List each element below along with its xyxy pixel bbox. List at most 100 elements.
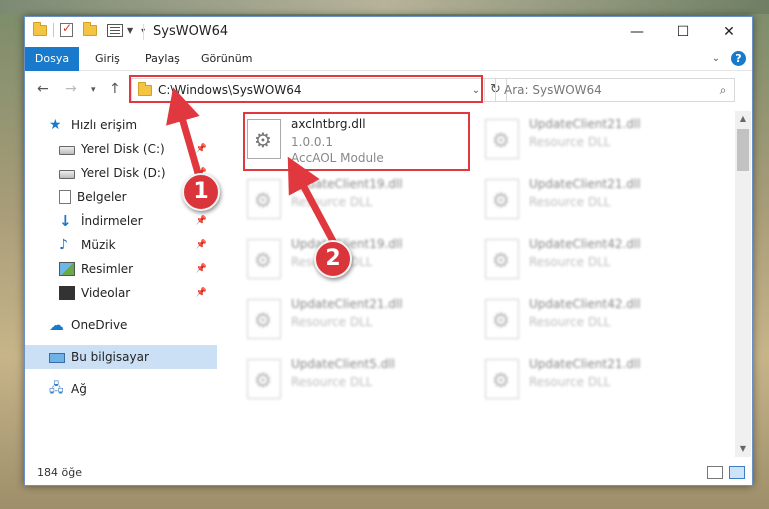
computer-icon [49,352,65,363]
dll-file-icon [247,359,281,399]
search-icon[interactable]: ⌕ [712,83,734,98]
scroll-down-icon[interactable]: ▼ [735,441,751,457]
sidebar-item-label: Yerel Disk (C:) [81,142,165,156]
expand-ribbon-icon[interactable]: ⌄ [709,52,723,66]
tab-share[interactable]: Paylaş [145,47,180,71]
sidebar-item-label: Yerel Disk (D:) [81,166,166,180]
dll-file-icon [247,299,281,339]
file-item[interactable]: UpdateClient21.dll Resource DLL [471,351,701,409]
sidebar-item-network[interactable]: 🖧 Ağ [25,377,217,401]
file-description: Resource DLL [529,315,611,329]
cloud-icon: ☁ [49,316,64,334]
details-view-icon[interactable] [707,466,723,479]
dll-file-icon [485,119,519,159]
pin-icon[interactable]: 📌 [196,216,207,226]
sidebar-item-label: Ağ [71,382,87,396]
dll-file-icon [247,179,281,219]
navigation-pane: ★ Hızlı erişim Yerel Disk (C:) 📌 Yerel D… [25,113,217,457]
ribbon-right-controls: ⌄ ? [709,51,746,66]
sidebar-item-label: İndirmeler [81,214,143,228]
title-bar: ▼ ▾ SysWOW64 — ☐ ✕ [25,17,752,47]
file-name: UpdateClient19.dll [291,177,403,191]
pin-icon[interactable]: 📌 [196,288,207,298]
item-count: 184 öğe [37,466,82,479]
tab-file[interactable]: Dosya [25,47,79,71]
sidebar-item-music[interactable]: ♪ Müzik 📌 [25,233,217,257]
network-icon: 🖧 [49,381,64,396]
window-controls: — ☐ ✕ [614,17,752,47]
new-folder-icon[interactable] [83,21,97,36]
sidebar-item-downloads[interactable]: ↓ İndirmeler 📌 [25,209,217,233]
file-description: Resource DLL [291,195,373,209]
file-item[interactable]: UpdateClient42.dll Resource DLL [471,231,701,289]
up-arrow-icon[interactable]: ↑ [109,81,121,97]
star-icon: ★ [49,117,62,133]
recent-locations-icon[interactable]: ▾ [91,85,96,95]
dll-file-icon [485,359,519,399]
sidebar-item-videos[interactable]: Videolar 📌 [25,281,217,305]
sidebar-item-label: Belgeler [77,190,127,204]
file-description: Resource DLL [529,195,611,209]
file-name: UpdateClient21.dll [529,177,641,191]
sidebar-item-quick-access[interactable]: ★ Hızlı erişim [25,113,217,137]
file-item[interactable]: UpdateClient19.dll Resource DLL [233,171,463,229]
videos-icon [59,286,75,300]
divider [53,23,54,37]
forward-arrow-icon[interactable]: → [65,81,77,97]
dll-file-icon [485,239,519,279]
back-arrow-icon[interactable]: ← [37,81,49,97]
pin-icon[interactable]: 📌 [196,144,207,154]
file-name: UpdateClient21.dll [291,297,403,311]
dll-file-icon [485,179,519,219]
downloads-icon: ↓ [59,212,72,230]
scroll-up-icon[interactable]: ▲ [735,111,751,127]
dll-file-icon [485,299,519,339]
file-name: UpdateClient42.dll [529,297,641,311]
disk-icon [59,170,75,179]
music-icon: ♪ [59,237,68,253]
file-description: Resource DLL [291,375,373,389]
file-item[interactable]: UpdateClient21.dll Resource DLL [233,291,463,349]
dll-file-icon [247,239,281,279]
sidebar-item-label: Resimler [81,262,134,276]
file-name: UpdateClient21.dll [529,117,641,131]
vertical-scrollbar[interactable]: ▲ ▼ [735,111,751,457]
view-icon[interactable] [107,23,123,37]
sidebar-item-pictures[interactable]: Resimler 📌 [25,257,217,281]
search-input[interactable]: Ara: SysWOW64 [496,83,712,97]
maximize-button[interactable]: ☐ [660,17,706,47]
file-name: UpdateClient21.dll [529,357,641,371]
pictures-icon [59,262,75,276]
step-1-callout: 1 [182,173,220,211]
chevron-down-icon[interactable]: ▼ [127,26,133,35]
disk-icon [59,146,75,155]
file-item[interactable]: UpdateClient21.dll Resource DLL [471,111,701,169]
sidebar-item-local-disk-c[interactable]: Yerel Disk (C:) 📌 [25,137,217,161]
sidebar-item-label: Hızlı erişim [71,118,138,132]
file-item[interactable]: UpdateClient21.dll Resource DLL [471,171,701,229]
sidebar-item-this-pc[interactable]: Bu bilgisayar [25,345,217,369]
close-button[interactable]: ✕ [706,17,752,47]
scroll-thumb[interactable] [737,129,749,171]
pin-icon[interactable]: 📌 [196,240,207,250]
file-description: Resource DLL [291,315,373,329]
tab-view[interactable]: Görünüm [201,47,252,71]
pin-icon[interactable]: 📌 [196,264,207,274]
sidebar-item-onedrive[interactable]: ☁ OneDrive [25,313,217,337]
file-name: UpdateClient5.dll [291,357,395,371]
properties-check-icon[interactable] [60,21,73,37]
tab-home[interactable]: Giriş [95,47,120,71]
status-bar: 184 öğe [25,461,752,485]
file-description: Resource DLL [529,255,611,269]
help-icon[interactable]: ? [731,51,746,66]
search-box[interactable]: Ara: SysWOW64 ⌕ [495,78,735,102]
step-2-callout: 2 [314,240,352,278]
ribbon-tabs: Dosya Giriş Paylaş Görünüm ⌄ ? [25,47,752,71]
folder-icon [33,21,47,36]
file-item[interactable]: UpdateClient5.dll Resource DLL [233,351,463,409]
minimize-button[interactable]: — [614,17,660,47]
file-item[interactable]: UpdateClient42.dll Resource DLL [471,291,701,349]
tiles-view-icon[interactable] [729,466,745,479]
quick-access-toolbar: ▼ ▾ [33,21,145,37]
file-description: Resource DLL [529,375,611,389]
